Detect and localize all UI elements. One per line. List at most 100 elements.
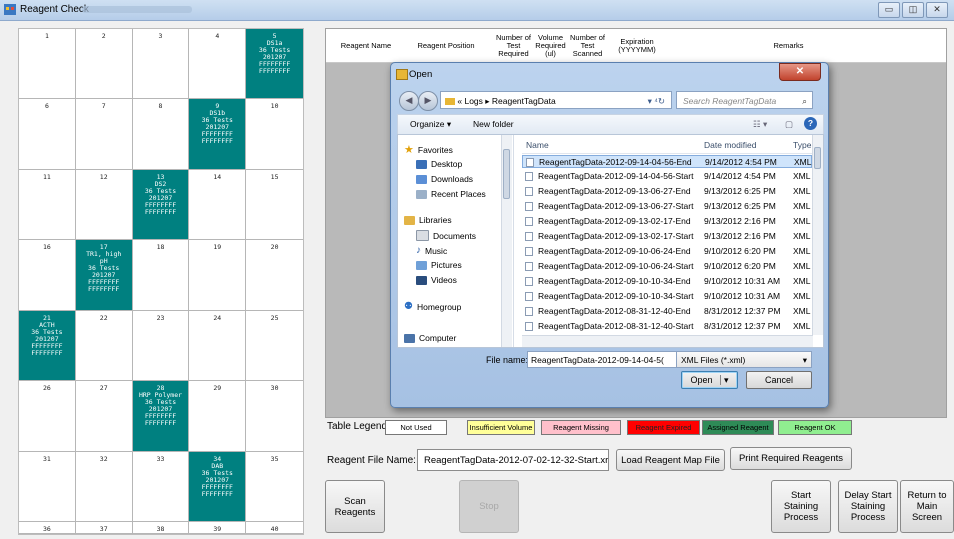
tray-cell[interactable]: 8	[132, 99, 190, 170]
refresh-icon[interactable]: ▾ ⁴↻	[648, 92, 665, 110]
nav-pictures[interactable]: Pictures	[416, 260, 462, 270]
file-scroll-thumb[interactable]	[814, 147, 821, 169]
start-staining-button[interactable]: Start Staining Process	[771, 480, 831, 533]
tray-cell[interactable]: 6	[19, 99, 76, 170]
cancel-button[interactable]: Cancel	[746, 371, 812, 389]
tray-cell[interactable]: 26	[19, 381, 76, 452]
tray-cell[interactable]: 34 DAB 36 Tests 201207 FFFFFFFF FFFFFFFF	[189, 451, 247, 522]
tray-cell[interactable]: 40	[246, 522, 303, 534]
tray-cell[interactable]: 18	[132, 240, 190, 311]
view-options-icon[interactable]: ☷ ▾	[753, 119, 767, 130]
minimize-button[interactable]: ▭	[878, 2, 900, 18]
file-row[interactable]: ReagentTagData-2012-08-31-12-40-Start 8/3…	[522, 320, 819, 333]
tray-cell[interactable]: 33	[132, 451, 190, 522]
nav-favorites[interactable]: ★ Favorites	[404, 143, 453, 156]
tray-cell[interactable]: 9 DS1b 36 Tests 201207 FFFFFFFF FFFFFFFF	[189, 99, 247, 170]
tray-cell[interactable]: 22	[75, 310, 133, 382]
file-type-select[interactable]: XML Files (*.xml) ▾	[676, 351, 812, 368]
tray-cell[interactable]: 24	[189, 310, 247, 382]
tray-cell[interactable]: 27	[75, 381, 133, 452]
file-list-scrollbar[interactable]	[812, 135, 823, 335]
tray-cell[interactable]: 21 ACTH 36 Tests 201207 FFFFFFFF FFFFFFFF	[19, 310, 76, 382]
col-tests-required[interactable]: Number of Test Required	[496, 29, 531, 62]
maximize-button[interactable]: ◫	[902, 2, 924, 18]
reagent-file-name-field[interactable]: ReagentTagData-2012-07-02-12-32-Start.xr	[417, 449, 609, 471]
nav-music[interactable]: ♪ Music	[416, 245, 447, 256]
col-reagent-name[interactable]: Reagent Name	[326, 29, 406, 62]
tray-cell[interactable]: 17 TR1, high pH 36 Tests 201207 FFFFFFFF FFFFF…	[75, 240, 133, 311]
tray-cell[interactable]: 11	[19, 169, 76, 241]
back-button[interactable]: ◀	[399, 91, 419, 111]
col-reagent-position[interactable]: Reagent Position	[406, 29, 486, 62]
tray-cell[interactable]: 5 DS1a 36 Tests 201207 FFFFFFFF FFFFFFFF	[246, 29, 303, 100]
tray-cell[interactable]: 2	[75, 29, 133, 100]
tray-cell[interactable]: 36	[19, 522, 76, 534]
nav-desktop[interactable]: Desktop	[416, 159, 462, 169]
tray-cell[interactable]: 10	[246, 99, 303, 170]
scan-reagents-button[interactable]: Scan Reagents	[325, 480, 385, 533]
forward-button[interactable]: ▶	[418, 91, 438, 111]
tray-cell[interactable]: 3	[132, 29, 190, 100]
tray-cell[interactable]: 25	[246, 310, 303, 382]
help-icon[interactable]: ?	[804, 117, 817, 130]
new-folder-button[interactable]: New folder	[473, 119, 514, 129]
open-dropdown-icon[interactable]: ▾	[720, 375, 729, 385]
file-row[interactable]: ReagentTagData-2012-09-13-06-27-End 9/13/…	[522, 185, 819, 198]
open-button[interactable]: Open ▾	[681, 371, 738, 389]
address-bar[interactable]: « Logs ▸ ReagentTagData ▾ ⁴↻	[440, 91, 672, 109]
delay-start-staining-button[interactable]: Delay Start Staining Process	[838, 480, 898, 533]
tray-cell[interactable]: 28 HRP Polymer 36 Tests 201207 FFFFFFFF FFFFF…	[132, 381, 190, 452]
tray-cell[interactable]: 35	[246, 451, 303, 522]
tray-cell[interactable]: 1	[19, 29, 76, 100]
tray-cell[interactable]: 13 DS2 36 Tests 201207 FFFFFFFF FFFFFFFF	[132, 169, 190, 241]
file-row[interactable]: ReagentTagData-2012-09-10-10-34-End 9/10/…	[522, 275, 819, 288]
file-row[interactable]: ReagentTagData-2012-09-14-04-56-End 9/14/…	[522, 155, 820, 168]
col-volume-required[interactable]: Volume Required (ul)	[533, 29, 568, 62]
file-row[interactable]: ReagentTagData-2012-09-13-02-17-End 9/13/…	[522, 215, 819, 228]
print-required-reagents-button[interactable]: Print Required Reagents	[730, 447, 852, 470]
nav-computer[interactable]: Computer	[404, 333, 456, 343]
tray-cell[interactable]: 39	[189, 522, 247, 534]
tray-cell[interactable]: 23	[132, 310, 190, 382]
tray-cell[interactable]: 14	[189, 169, 247, 241]
col-remarks[interactable]: Remarks	[726, 29, 851, 62]
tray-cell[interactable]: 32	[75, 451, 133, 522]
file-list-hscrollbar[interactable]	[522, 335, 813, 347]
stop-button[interactable]: Stop	[459, 480, 519, 533]
file-row[interactable]: ReagentTagData-2012-09-10-10-34-Start 9/1…	[522, 290, 819, 303]
tray-cell[interactable]: 15	[246, 169, 303, 241]
organize-menu[interactable]: Organize ▾	[410, 119, 451, 130]
tray-cell[interactable]: 7	[75, 99, 133, 170]
nav-scrollbar[interactable]	[501, 135, 512, 347]
file-row[interactable]: ReagentTagData-2012-09-10-06-24-End 9/10/…	[522, 245, 819, 258]
search-input[interactable]: Search ReagentTagData ⌕	[676, 91, 813, 109]
dialog-close-button[interactable]: ✕	[779, 63, 821, 81]
tray-cell[interactable]: 37	[75, 522, 133, 534]
nav-libraries[interactable]: Libraries	[404, 215, 452, 225]
col-name[interactable]: Name	[526, 140, 549, 150]
tray-cell[interactable]: 38	[132, 522, 190, 534]
file-row[interactable]: ReagentTagData-2012-09-13-02-17-Start 9/1…	[522, 230, 819, 243]
file-row[interactable]: ReagentTagData-2012-09-13-06-27-Start 9/1…	[522, 200, 819, 213]
tray-cell[interactable]: 4	[189, 29, 247, 100]
file-row[interactable]: ReagentTagData-2012-09-14-04-56-Start 9/1…	[522, 170, 819, 183]
col-expiration[interactable]: Expiration (YYYYMM)	[611, 29, 663, 62]
filename-input[interactable]: ReagentTagData-2012-09-14-04-5(	[527, 351, 679, 368]
return-main-screen-button[interactable]: Return to Main Screen	[900, 480, 954, 533]
tray-cell[interactable]: 19	[189, 240, 247, 311]
nav-downloads[interactable]: Downloads	[416, 174, 473, 184]
col-date-modified[interactable]: Date modified	[704, 140, 756, 150]
tray-cell[interactable]: 29	[189, 381, 247, 452]
load-reagent-map-button[interactable]: Load Reagent Map File	[616, 449, 725, 471]
tray-cell[interactable]: 12	[75, 169, 133, 241]
nav-videos[interactable]: Videos	[416, 275, 457, 285]
tray-cell[interactable]: 20	[246, 240, 303, 311]
nav-documents[interactable]: Documents	[416, 230, 476, 241]
col-type[interactable]: Type	[793, 140, 811, 150]
close-button[interactable]: ✕	[926, 2, 948, 18]
file-row[interactable]: ReagentTagData-2012-08-31-12-40-End 8/31/…	[522, 305, 819, 318]
nav-homegroup[interactable]: ⚉ Homegroup	[404, 301, 461, 312]
tray-cell[interactable]: 30	[246, 381, 303, 452]
tray-cell[interactable]: 16	[19, 240, 76, 311]
tray-cell[interactable]: 31	[19, 451, 76, 522]
